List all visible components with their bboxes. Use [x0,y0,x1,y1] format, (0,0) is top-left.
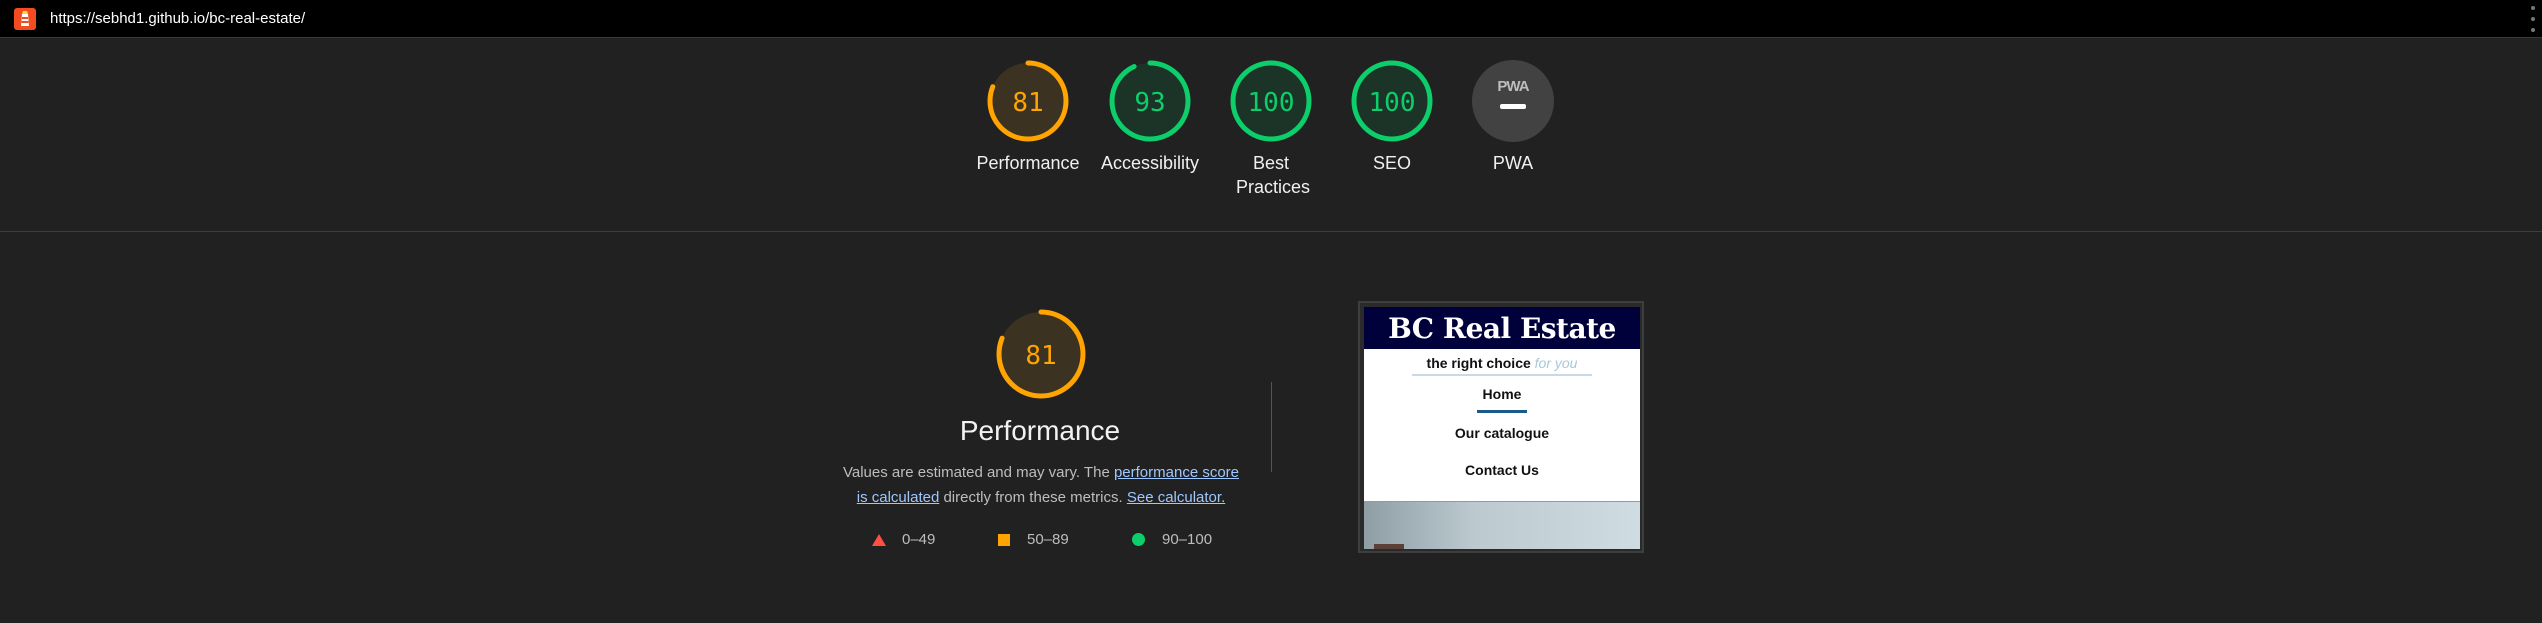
lighthouse-icon [14,8,36,30]
gauge-accessibility-ring: 93 [1109,60,1191,142]
tagline-underline [1412,374,1592,376]
gauge-accessibility-label: Accessibility [1100,153,1200,173]
gauge-pwa-label: PWA [1492,153,1534,173]
performance-section: 81 Performance Values are estimated and … [0,233,2542,623]
site-title: BC Real Estate [1364,307,1640,349]
gauge-best-practices-label: Best Practices [1236,153,1311,197]
gauge-accessibility[interactable]: 93 Accessibility [1085,59,1215,175]
pwa-badge-text: PWA [1497,78,1529,95]
site-tagline: the right choice for you [1426,355,1578,371]
top-bar: https://sebhd1.github.io/bc-real-estate/ [0,0,2542,38]
nav-home: Home [1482,386,1522,402]
performance-gauge-large: 81 [996,309,1086,399]
average-square-icon [998,533,1010,546]
gauge-pwa[interactable]: PWA PWA [1448,59,1578,175]
nav-contact: Contact Us [1465,462,1539,478]
pwa-icon: PWA [1472,60,1554,142]
legend-fail: 0–49 [872,531,935,548]
gauge-performance-ring: 81 [987,60,1069,142]
nav-home-underline [1477,410,1527,413]
gauge-performance[interactable]: 81 Performance [963,59,1093,175]
gauge-best-practices-score: 100 [1248,88,1295,118]
gauge-performance-score: 81 [1012,88,1043,118]
gauge-best-practices[interactable]: 100 Best Practices [1206,59,1336,199]
gauge-performance-label: Performance [976,153,1080,173]
fail-triangle-icon [872,533,886,546]
gauge-seo[interactable]: 100 SEO [1327,59,1457,175]
section-divider [1271,382,1272,472]
gauge-seo-score: 100 [1369,88,1416,118]
score-gauges-header: 81 Performance 93 Accessibility 100 Best… [0,39,2542,232]
legend-pass: 90–100 [1132,531,1212,548]
screenshot-content: BC Real Estate the right choice for you … [1364,307,1640,549]
pass-circle-icon [1132,533,1145,546]
report-url[interactable]: https://sebhd1.github.io/bc-real-estate/ [50,10,305,27]
more-options-icon[interactable] [2528,6,2538,32]
gauge-accessibility-score: 93 [1134,88,1165,118]
performance-title: Performance [959,415,1121,446]
gauge-best-practices-ring: 100 [1230,60,1312,142]
performance-description: Values are estimated and may vary. The p… [842,464,1240,506]
performance-score-large: 81 [1025,341,1056,371]
see-calculator-link[interactable]: See calculator. [1127,489,1225,506]
gauge-seo-label: SEO [1372,153,1411,173]
page-screenshot-thumbnail[interactable]: BC Real Estate the right choice for you … [1358,301,1644,553]
gauge-seo-ring: 100 [1351,60,1433,142]
hero-photo [1364,501,1640,549]
nav-catalogue: Our catalogue [1454,425,1550,441]
legend-average: 50–89 [998,531,1069,548]
